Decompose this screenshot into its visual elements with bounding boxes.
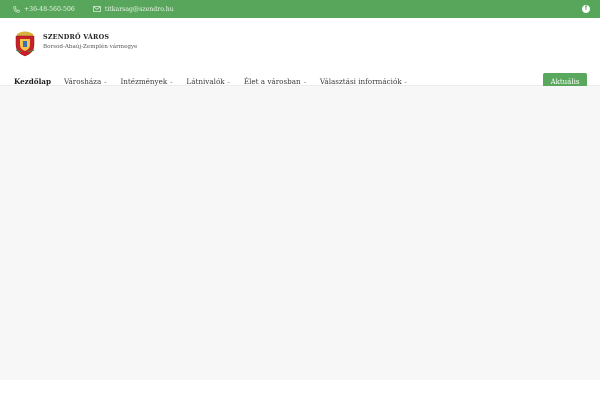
facebook-icon[interactable]: f	[582, 5, 590, 13]
nav-item-valasztasi-informaciok[interactable]: Választási információk ⌄	[320, 77, 408, 86]
site-subtitle: Borsod-Abaúj-Zemplén vármegye	[43, 44, 138, 50]
nav-item-elet-a-varosban[interactable]: Élet a városban ⌄	[244, 77, 307, 86]
nav-label: Választási információk	[319, 77, 402, 86]
top-bar: +36-48-560-506 titkarsag@szendro.hu f	[0, 0, 600, 18]
nav-label: Városháza	[63, 77, 102, 86]
chevron-down-icon: ⌄	[302, 78, 307, 85]
site-header: SZENDRŐ VÁROS Borsod-Abaúj-Zemplén várme…	[0, 18, 600, 90]
chevron-down-icon: ⌄	[169, 78, 174, 85]
chevron-down-icon: ⌄	[403, 78, 408, 85]
phone-number: +36-48-560-506	[24, 5, 75, 13]
nav-label: Intézmények	[120, 77, 168, 86]
nav-item-varoshaza[interactable]: Városháza ⌄	[64, 77, 107, 86]
phone-contact[interactable]: +36-48-560-506	[13, 6, 75, 13]
nav-label: Látnivalók	[186, 77, 225, 86]
main-nav: Kezdőlap Városháza ⌄ Intézmények ⌄ Látni…	[14, 77, 421, 86]
page-bottom-strip	[0, 380, 600, 400]
email-address: titkarsag@szendro.hu	[104, 5, 174, 13]
chevron-down-icon: ⌄	[226, 78, 231, 85]
nav-label: Élet a városban	[243, 77, 301, 86]
coat-of-arms-icon	[15, 31, 35, 57]
nav-item-latnivalok[interactable]: Látnivalók ⌄	[186, 77, 230, 86]
mail-icon	[93, 6, 101, 12]
nav-item-kezdolap[interactable]: Kezdőlap	[14, 77, 51, 86]
phone-icon	[13, 5, 20, 13]
brand-text: SZENDRŐ VÁROS Borsod-Abaúj-Zemplén várme…	[43, 30, 137, 50]
nav-item-intezmenyek[interactable]: Intézmények ⌄	[120, 77, 173, 86]
nav-label: Kezdőlap	[14, 77, 51, 86]
hero-area	[0, 86, 600, 380]
site-title: SZENDRŐ VÁROS	[43, 33, 110, 41]
email-contact[interactable]: titkarsag@szendro.hu	[93, 6, 174, 13]
chevron-down-icon: ⌄	[103, 78, 108, 85]
brand-link[interactable]: SZENDRŐ VÁROS Borsod-Abaúj-Zemplén várme…	[13, 30, 137, 57]
